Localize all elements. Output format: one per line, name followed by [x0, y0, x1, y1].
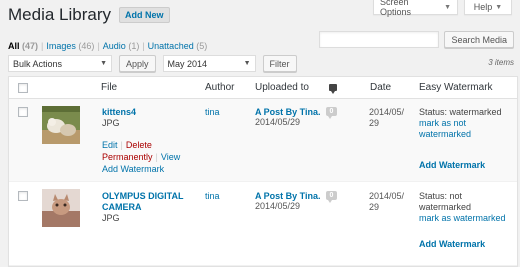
file-extension: JPG [102, 213, 120, 223]
tablenav-top: Bulk Actions ▼ Apply May 2014 ▼ Filter [8, 55, 297, 72]
column-author[interactable]: Author [205, 82, 234, 93]
thumbnail-olympus[interactable] [42, 189, 80, 227]
help-label: Help [473, 2, 493, 12]
comment-count-badge[interactable]: 0 [326, 107, 337, 119]
add-new-button[interactable]: Add New [119, 7, 170, 23]
month-filter-select[interactable]: May 2014 ▼ [162, 55, 256, 72]
column-file[interactable]: File [101, 82, 117, 93]
filter-audio-label: Audio [102, 41, 126, 51]
filter-unattached-count: (5) [196, 41, 208, 51]
attached-post-link[interactable]: A Post By Tina. [255, 191, 321, 201]
file-cell: OLYMPUS DIGITAL CAMERA JPG [102, 191, 198, 224]
file-cell: kittens4 JPG [102, 107, 136, 129]
add-watermark-link[interactable]: Add Watermark [419, 239, 515, 250]
search-input[interactable] [319, 31, 440, 48]
uploaded-to-cell: A Post By Tina. 2014/05/29 [255, 191, 321, 212]
date-cell: 2014/05/ 29 [369, 107, 404, 129]
filter-all-count: (47) [22, 41, 39, 51]
mark-label-2: watermarked [419, 129, 472, 139]
file-title-link[interactable]: OLYMPUS DIGITAL CAMERA [102, 191, 184, 212]
screen-meta-links: Screen Options ▼ Help ▼ [373, 0, 512, 17]
bulk-actions-select[interactable]: Bulk Actions ▼ [8, 55, 112, 72]
filter-all-label: All [8, 41, 20, 51]
table-row: kittens4 JPG Edit | Delete Permanently | View… [9, 99, 517, 182]
delete-label-2: Permanently [102, 152, 153, 162]
thumbnail-kittens4[interactable] [42, 106, 80, 144]
media-table: File Author Uploaded to Date Easy Waterm… [8, 76, 518, 267]
filter-images[interactable]: Images (46) [46, 41, 94, 51]
comments-column-icon[interactable] [329, 84, 337, 94]
uploaded-to-cell: A Post By Tina. 2014/05/29 [255, 107, 321, 128]
add-watermark-link[interactable]: Add Watermark [419, 160, 515, 171]
author-link[interactable]: tina [205, 107, 220, 117]
row-checkbox[interactable] [18, 107, 28, 117]
filter-unattached[interactable]: Unattached (5) [148, 41, 208, 51]
watermark-status: Status: watermarked [419, 107, 502, 117]
watermark-cell: Status: not watermarked mark as watermar… [419, 191, 515, 250]
chevron-down-icon: ▼ [243, 60, 251, 67]
column-uploaded-to[interactable]: Uploaded to [255, 82, 309, 93]
filter-unattached-label: Unattached [147, 41, 194, 51]
watermark-cell: Status: watermarked mark as not watermark… [419, 107, 515, 171]
mark-label-1: mark as not [419, 118, 467, 128]
separator: | [41, 41, 44, 51]
search-box: Search Media [319, 31, 514, 48]
items-count: 3 items [488, 58, 514, 67]
file-extension: JPG [102, 118, 120, 128]
date-line-2: 29 [369, 118, 380, 128]
separator: | [120, 140, 123, 150]
edit-link[interactable]: Edit [102, 140, 118, 150]
delete-label: Delete [125, 140, 152, 150]
kitten-image-icon [42, 106, 80, 144]
watermark-status-line-2: watermarked [419, 202, 472, 212]
column-date[interactable]: Date [370, 82, 391, 93]
select-all-checkbox[interactable] [18, 83, 28, 93]
comment-count-badge[interactable]: 0 [326, 191, 337, 203]
separator: | [97, 41, 100, 51]
kitten-image-icon [42, 189, 80, 227]
chevron-down-icon: ▼ [100, 60, 107, 67]
page-header: Media Library Add New [8, 5, 170, 25]
help-button[interactable]: Help ▼ [464, 0, 512, 15]
attached-post-date: 2014/05/29 [255, 201, 301, 211]
media-type-filters: All (47) | Images (46) | Audio (1) | Unattache… [8, 41, 207, 51]
caret-down-icon: ▼ [444, 3, 451, 11]
filter-audio[interactable]: Audio (1) [103, 41, 140, 51]
row-checkbox[interactable] [18, 191, 28, 201]
mark-as-not-watermarked-link[interactable]: mark as not watermarked [419, 118, 471, 139]
attached-post-date: 2014/05/29 [255, 117, 301, 127]
view-link[interactable]: View [161, 152, 180, 162]
date-line-1: 2014/05/ [369, 107, 405, 117]
screen-options-button[interactable]: Screen Options ▼ [373, 0, 458, 17]
table-row: OLYMPUS DIGITAL CAMERA JPG tina A Post By… [9, 182, 517, 266]
watermark-status-line-1: Status: not [419, 191, 463, 201]
row-actions: Edit | Delete Permanently | View Add Watermar… [102, 139, 198, 175]
column-easy-watermark: Easy Watermark [419, 82, 493, 93]
screen-options-label: Screen Options [380, 0, 412, 17]
date-cell: 2014/05/ 29 [369, 191, 404, 213]
month-filter-value: May 2014 [167, 58, 208, 69]
add-watermark-action-link[interactable]: Add Watermark [102, 164, 164, 174]
search-media-button[interactable]: Search Media [444, 31, 514, 48]
filter-all[interactable]: All (47) [8, 41, 38, 51]
caret-down-icon: ▼ [495, 3, 503, 11]
filter-audio-count: (1) [128, 41, 140, 51]
apply-button[interactable]: Apply [119, 55, 156, 72]
filter-images-label: Images [46, 41, 76, 51]
file-title-link[interactable]: kittens4 [102, 107, 136, 117]
table-header: File Author Uploaded to Date Easy Waterm… [9, 77, 517, 99]
file-title-line-2: CAMERA [102, 202, 142, 212]
filter-images-count: (46) [78, 41, 95, 51]
separator: | [142, 41, 145, 51]
file-title-line-1: OLYMPUS DIGITAL [102, 191, 184, 201]
filter-button[interactable]: Filter [262, 55, 297, 72]
bulk-actions-value: Bulk Actions [13, 58, 63, 69]
date-line-2: 29 [369, 202, 380, 212]
date-line-1: 2014/05/ [369, 191, 405, 201]
author-link[interactable]: tina [205, 191, 220, 201]
mark-as-watermarked-link[interactable]: mark as watermarked [419, 213, 506, 223]
page-title: Media Library [8, 5, 111, 24]
separator: | [155, 152, 158, 162]
attached-post-link[interactable]: A Post By Tina. [255, 107, 321, 117]
